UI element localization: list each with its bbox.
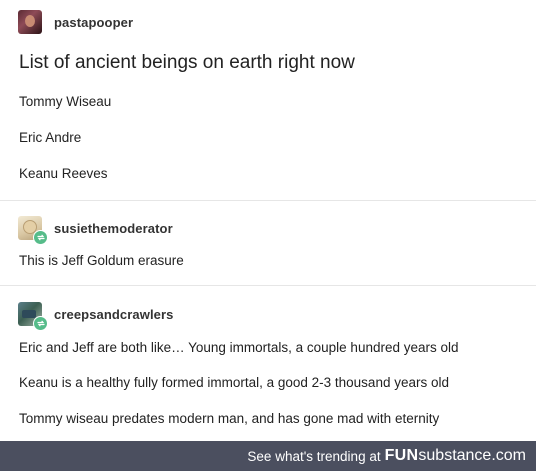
reblog-icon xyxy=(33,316,48,331)
user-avatar-icon[interactable] xyxy=(18,10,42,34)
trending-text: See what's trending at xyxy=(247,448,381,464)
post-header: susiethemoderator xyxy=(18,215,173,245)
reblog-icon xyxy=(33,230,48,245)
username-link[interactable]: pastapooper xyxy=(54,15,133,30)
brand-name-light: substance.com xyxy=(418,447,526,464)
post-pastapooper: pastapooper List of ancient beings on ea… xyxy=(0,0,536,200)
post-text-line: Eric and Jeff are both like… Young immor… xyxy=(19,340,459,355)
user-avatar-icon[interactable] xyxy=(18,302,48,331)
post-header: pastapooper xyxy=(18,9,133,35)
post-text-line: Eric Andre xyxy=(19,130,82,145)
post-text-line: Keanu is a healthy fully formed immortal… xyxy=(19,375,449,390)
username-link[interactable]: susiethemoderator xyxy=(54,221,173,236)
post-text-line: Tommy Wiseau xyxy=(19,94,112,109)
watermark-bar: See what's trending at FUN substance.com xyxy=(0,441,536,471)
brand-name-bold: FUN xyxy=(384,447,419,464)
post-susiethemoderator: susiethemoderator This is Jeff Goldum er… xyxy=(0,201,536,284)
post-title: List of ancient beings on earth right no… xyxy=(19,52,355,73)
post-text-line: Keanu Reeves xyxy=(19,166,108,181)
username-link[interactable]: creepsandcrawlers xyxy=(54,307,174,322)
user-avatar-icon[interactable] xyxy=(18,216,48,245)
post-creepsandcrawlers: creepsandcrawlers Eric and Jeff are both… xyxy=(0,286,536,441)
post-text-line: Tommy wiseau predates modern man, and ha… xyxy=(19,411,440,426)
post-text-line: This is Jeff Goldum erasure xyxy=(19,253,184,268)
post-header: creepsandcrawlers xyxy=(18,301,174,331)
